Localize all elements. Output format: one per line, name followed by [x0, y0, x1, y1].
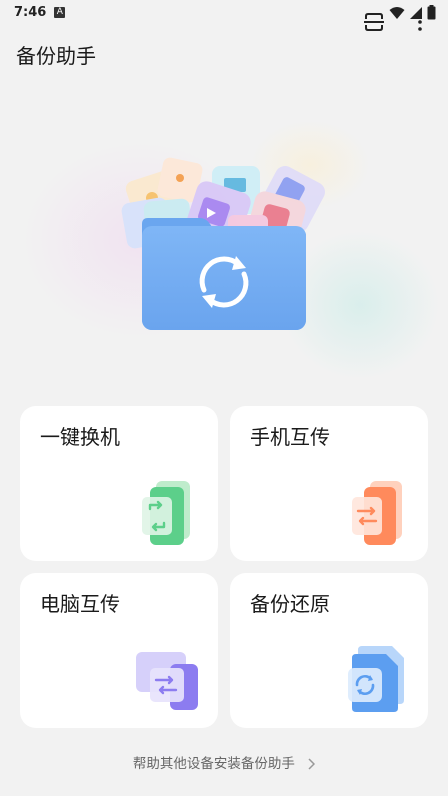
install-helper-link[interactable]: 帮助其他设备安装备份助手: [0, 752, 448, 772]
computer-transfer-icon: [136, 652, 198, 710]
phone-transfer-icon: [352, 481, 402, 545]
more-vertical-icon[interactable]: [408, 10, 432, 34]
one-click-switch-card[interactable]: 一键换机: [20, 406, 218, 561]
card-label: 备份还原: [250, 592, 330, 616]
phone-switch-icon: [142, 481, 190, 545]
card-label: 手机互传: [250, 425, 330, 449]
feature-grid: 一键换机 手机互传 电脑互传 备份还原: [20, 406, 428, 728]
scan-icon[interactable]: [362, 10, 386, 34]
card-label: 电脑互传: [40, 592, 120, 616]
backup-restore-card[interactable]: 备份还原: [230, 573, 428, 728]
chevron-right-icon: [308, 758, 316, 770]
notification-icon: A: [54, 6, 66, 18]
install-helper-link-text: 帮助其他设备安装备份助手: [132, 756, 295, 772]
wifi-icon: [389, 6, 405, 19]
card-label: 一键换机: [40, 425, 120, 449]
hero-illustration: [0, 120, 448, 380]
app-bar: 备份助手: [0, 32, 448, 76]
status-time: 7:46: [14, 4, 47, 20]
phone-transfer-card[interactable]: 手机互传: [230, 406, 428, 561]
page-title: 备份助手: [16, 43, 96, 68]
backup-restore-icon: [348, 646, 404, 712]
folder-sync-illustration: [121, 157, 325, 330]
computer-transfer-card[interactable]: 电脑互传: [20, 573, 218, 728]
